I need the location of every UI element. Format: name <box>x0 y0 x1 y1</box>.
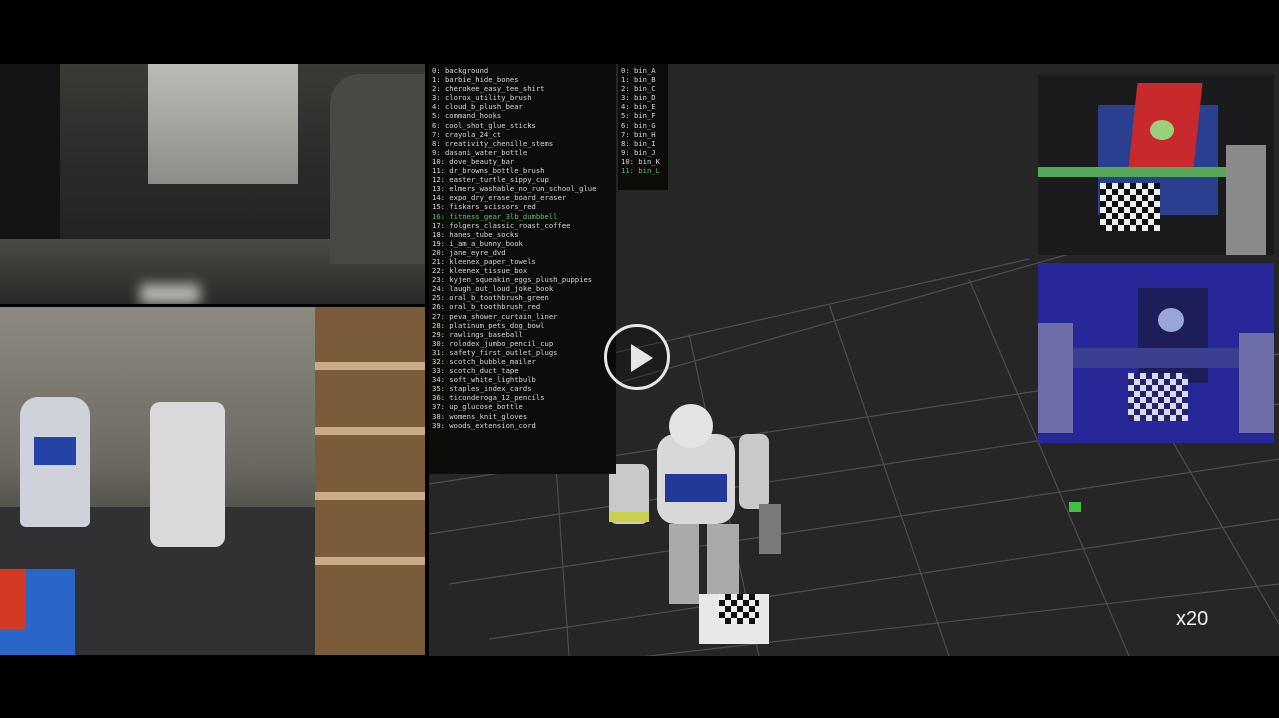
object-list-item-highlighted: 16: fitness_gear_3lb_dumbbell <box>432 211 558 221</box>
bin-list-item: 0: bin_A <box>621 66 656 75</box>
object-list-item: 21: kleenex_paper_towels <box>432 256 536 266</box>
bin-list-item: 2: bin_C <box>621 84 656 94</box>
gripper-arm <box>1038 167 1228 177</box>
humanoid-robot-image <box>20 397 90 527</box>
gripper-right-depth <box>1239 333 1274 433</box>
bin-list-item: 3: bin_D <box>621 93 656 103</box>
object-list-item: 0: background <box>432 66 489 75</box>
hand-camera-rgb <box>1038 75 1274 255</box>
object-list-item: 33: scotch_duct_tape <box>432 366 519 376</box>
object-list-item: 6: cool_shot_glue_sticks <box>432 120 536 130</box>
object-list-item: 36: ticonderoga_12_pencils <box>432 393 545 403</box>
object-list-item: 13: elmers_washable_no_run_school_glue <box>432 184 597 194</box>
object-list-item: 29: rawlings_baseball <box>432 329 523 339</box>
object-list-item: 5: command_hooks <box>432 111 502 121</box>
object-depth <box>1158 308 1184 332</box>
pr2-robot-image <box>150 402 225 547</box>
hallway-doorway <box>148 64 298 184</box>
object-list-item: 31: safety_first_outlet_plugs <box>432 347 558 357</box>
grasped-object <box>1150 120 1174 140</box>
object-list-item: 30: rolodex_jumbo_pencil_cup <box>432 338 554 348</box>
playback-speed-label: x20 <box>1176 608 1209 630</box>
object-list-item: 10: dove_beauty_bar <box>432 156 515 166</box>
floor-reflection <box>140 284 200 304</box>
object-list-item: 23: kyjen_squeakin_eggs_plush_puppies <box>432 275 593 285</box>
bin-list-item: 7: bin_H <box>621 129 656 139</box>
camera-feed-lab <box>0 307 425 655</box>
object-list-item: 39: woods_extension_cord <box>432 420 536 430</box>
object-list-item: 20: jane_eyre_dvd <box>432 247 506 257</box>
checkerboard-depth <box>1128 373 1188 421</box>
wooden-shelf <box>315 307 425 655</box>
object-list-item: 7: crayola_24_ct <box>432 129 502 139</box>
object-list-item: 1: barbie_hide_bones <box>432 75 519 85</box>
bin-list-item: 4: bin_E <box>621 102 656 112</box>
object-list-item: 35: staples_index_cards <box>432 384 532 394</box>
checkerboard-model <box>719 594 759 624</box>
play-icon <box>631 344 653 372</box>
object-list-item: 9: dasani_water_bottle <box>432 147 528 157</box>
object-list-item: 32: scotch_bubble_mailer <box>432 357 536 366</box>
object-list-item: 22: kleenex_tissue_box <box>432 266 528 276</box>
object-list-item: 34: soft_white_lightbulb <box>432 375 536 385</box>
bin-list-item: 6: bin_G <box>621 120 656 130</box>
object-list-item: 26: oral_b_toothbrush_red <box>432 302 541 312</box>
hallway-wall-right <box>330 74 425 264</box>
red-mat <box>0 569 26 629</box>
object-list-item: 12: easter_turtle_sippy_cup <box>432 175 549 185</box>
object-list-item: 24: laugh_out_loud_joke_book <box>432 284 554 294</box>
object-list-item: 28: platinum_pets_dog_bowl <box>432 320 545 330</box>
object-list-item: 17: folgers_classic_roast_coffee <box>432 220 571 230</box>
camera-feed-hallway <box>0 64 425 304</box>
object-list-item: 37: up_glucose_bottle <box>432 402 523 412</box>
bin-list-item-highlighted: 11: bin_L <box>621 166 660 176</box>
object-list-item: 15: fiskars_scissors_red <box>432 202 536 212</box>
object-list-item: 3: clorox_utility_brush <box>432 93 532 103</box>
object-list-item: 8: creativity_chenille_stems <box>432 138 554 148</box>
bin-list-item: 8: bin_I <box>621 138 656 148</box>
object-list-item: 4: cloud_b_plush_bear <box>432 102 523 112</box>
checkerboard <box>1100 183 1160 231</box>
object-list-item: 2: cherokee_easy_tee_shirt <box>432 84 545 94</box>
bin-list-panel: 0: bin_A 1: bin_B 2: bin_C 3: bin_D 4: b… <box>618 64 668 190</box>
object-list-panel: 0: background 1: barbie_hide_bones 2: ch… <box>429 64 616 474</box>
play-button[interactable] <box>604 324 670 390</box>
object-list-item: 38: womens_knit_gloves <box>432 411 528 421</box>
gripper-left-depth <box>1038 323 1073 433</box>
bin-depth <box>1138 288 1208 383</box>
object-list-item: 18: hanes_tube_socks <box>432 229 519 239</box>
bin-list-item: 9: bin_J <box>621 147 656 157</box>
object-list-item: 25: oral_b_toothbrush_green <box>432 293 549 303</box>
bin-list-item: 5: bin_F <box>621 111 656 121</box>
object-list-item: 27: peva_shower_curtain_liner <box>432 311 558 321</box>
object-list-item: 11: dr_browns_bottle_brush <box>432 166 545 176</box>
bin-list-item: 10: bin_K <box>621 156 660 166</box>
object-list-item: 19: i_am_a_bunny_book <box>432 238 523 248</box>
object-list-item: 14: expo_dry_erase_board_eraser <box>432 193 567 203</box>
gripper-right <box>1226 145 1266 255</box>
bin-list-item: 1: bin_B <box>621 75 656 85</box>
hand-camera-depth <box>1038 263 1274 443</box>
